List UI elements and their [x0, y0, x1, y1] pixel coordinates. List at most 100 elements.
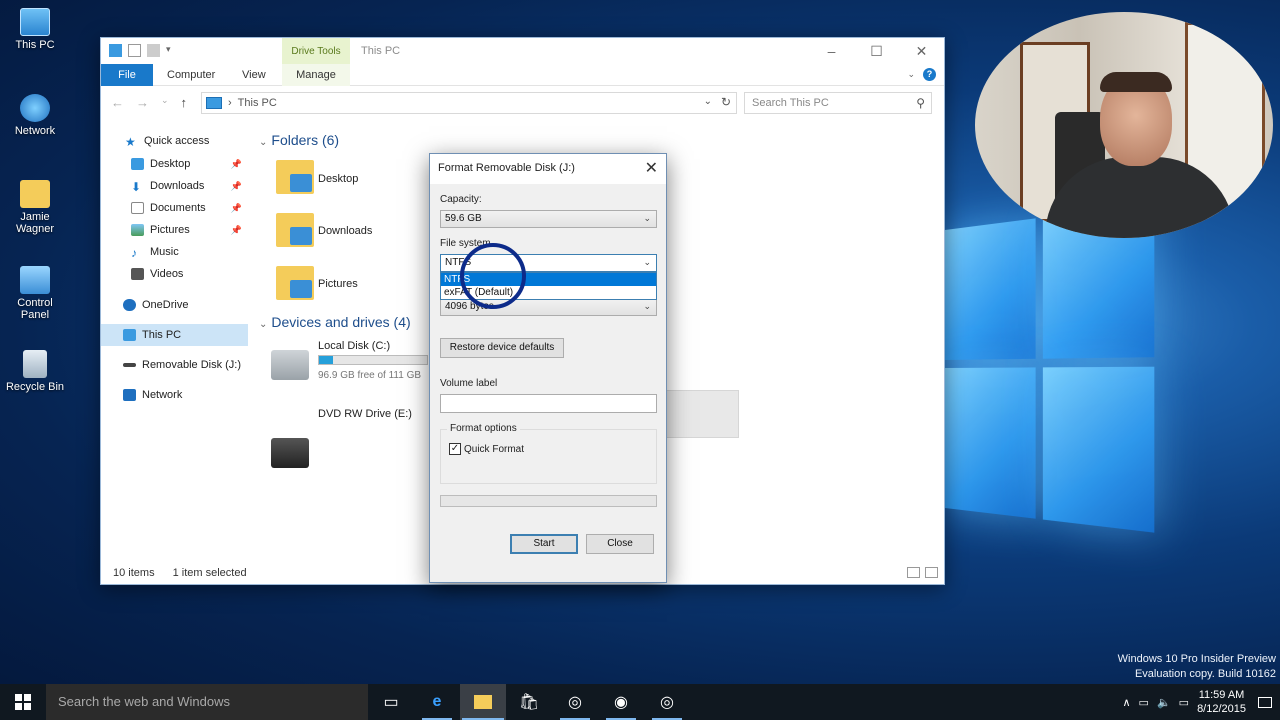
pin-icon[interactable]: 📌: [231, 159, 242, 170]
volume-icon[interactable]: 🔈: [1157, 696, 1171, 709]
expand-ribbon-icon[interactable]: ⌄: [907, 69, 915, 80]
refresh-icon[interactable]: ↻: [721, 95, 731, 109]
devices-group-header[interactable]: ⌄ Devices and drives (4): [259, 314, 411, 330]
usb-drive-icon: [123, 363, 136, 367]
app-circle-icon-2[interactable]: ◎: [644, 684, 690, 720]
forward-arrow-icon[interactable]: →: [136, 95, 149, 110]
folder-downloads-label[interactable]: Downloads: [318, 225, 372, 237]
this-pc-small-icon: [109, 44, 122, 57]
sidebar-item-quick-access[interactable]: ★ Quick access: [101, 130, 248, 152]
folder-pictures-label[interactable]: Pictures: [318, 278, 358, 290]
removable-disk-tile[interactable]: [666, 390, 739, 438]
format-dialog: Format Removable Disk (J:) ✕ Capacity: 5…: [429, 153, 667, 583]
checkbox-check-icon[interactable]: ✓: [449, 443, 461, 455]
desktop-icon-control-panel[interactable]: Control Panel: [4, 266, 66, 321]
up-arrow-icon[interactable]: ↑: [181, 95, 188, 110]
view-toggle: [907, 567, 938, 578]
back-arrow-icon[interactable]: ←: [111, 95, 124, 110]
network-tray-icon[interactable]: ▭: [1139, 696, 1149, 709]
new-folder-icon[interactable]: [147, 44, 160, 57]
pin-icon[interactable]: 📌: [231, 203, 242, 214]
close-dialog-button[interactable]: Close: [586, 534, 654, 554]
desktop-icon-recycle-bin[interactable]: Recycle Bin: [4, 350, 66, 393]
address-dropdown-icon[interactable]: ⌄: [704, 96, 712, 107]
taskbar-search-box[interactable]: Search the web and Windows: [46, 684, 368, 720]
folders-group-header[interactable]: ⌄ Folders (6): [259, 132, 339, 148]
desktop-icon-user-folder[interactable]: Jamie Wagner: [4, 180, 66, 235]
drive-dvd-label[interactable]: DVD RW Drive (E:): [318, 408, 412, 420]
search-input[interactable]: Search This PC ⚲: [744, 92, 932, 114]
customize-toolbar-icon[interactable]: ▾: [166, 44, 179, 57]
desktop-icon-network[interactable]: Network: [4, 94, 66, 137]
sidebar-item-label: Downloads: [150, 180, 205, 192]
volume-label-caption: Volume label: [440, 378, 498, 389]
drive-free-space: 96.9 GB free of 111 GB: [318, 370, 422, 381]
tray-expand-icon[interactable]: ∧: [1122, 696, 1130, 709]
wallpaper-pane: [1042, 366, 1155, 533]
action-center-icon[interactable]: [1254, 691, 1276, 713]
breadcrumb-separator[interactable]: ›: [228, 97, 232, 109]
restore-defaults-button[interactable]: Restore device defaults: [440, 338, 564, 358]
details-view-icon[interactable]: [907, 567, 920, 578]
start-button[interactable]: [0, 684, 46, 720]
address-row: ← → ⌄ ↑ › This PC ⌄ ↻ Search This PC ⚲: [101, 86, 944, 120]
system-tray: ∧ ▭ 🔈 ▭ 11:59 AM 8/12/2015: [1122, 684, 1276, 720]
store-icon[interactable]: 🛍: [506, 684, 552, 720]
maximize-button[interactable]: ☐: [854, 38, 899, 64]
close-button[interactable]: ✕: [899, 38, 944, 64]
search-icon: ⚲: [916, 96, 925, 110]
file-explorer-taskbar-icon[interactable]: [460, 684, 506, 720]
sidebar-item-pictures[interactable]: Pictures 📌: [101, 219, 248, 241]
close-icon[interactable]: ✕: [645, 158, 658, 178]
dialog-title-bar: Format Removable Disk (J:) ✕: [430, 154, 666, 184]
minimize-button[interactable]: –: [809, 38, 854, 64]
user-folder-icon: [20, 180, 50, 208]
tab-manage[interactable]: Manage: [282, 64, 350, 86]
help-icon[interactable]: ?: [923, 68, 936, 81]
tab-view[interactable]: View: [242, 64, 266, 86]
tab-computer[interactable]: Computer: [167, 64, 215, 86]
sidebar-item-videos[interactable]: Videos: [101, 263, 248, 285]
breadcrumb-this-pc[interactable]: This PC: [238, 97, 277, 109]
ime-icon[interactable]: ▭: [1179, 696, 1189, 709]
sidebar-item-documents[interactable]: Documents 📌: [101, 197, 248, 219]
pin-icon[interactable]: 📌: [231, 225, 242, 236]
clock[interactable]: 11:59 AM 8/12/2015: [1197, 688, 1246, 716]
large-icons-view-icon[interactable]: [925, 567, 938, 578]
capacity-select[interactable]: 59.6 GB ⌄: [440, 210, 657, 228]
pin-icon[interactable]: 📌: [231, 181, 242, 192]
collapse-chevron-icon[interactable]: ⌄: [259, 319, 267, 330]
webcam-app-icon[interactable]: ◉: [598, 684, 644, 720]
sidebar-item-onedrive[interactable]: OneDrive: [101, 294, 248, 316]
sidebar-item-desktop[interactable]: Desktop 📌: [101, 153, 248, 175]
sidebar-item-this-pc[interactable]: This PC: [101, 324, 248, 346]
cloud-icon: [123, 299, 136, 311]
tab-file[interactable]: File: [101, 64, 153, 86]
folder-downloads-icon: [276, 213, 314, 247]
drive-local-disk-label[interactable]: Local Disk (C:): [318, 340, 390, 352]
edge-browser-icon[interactable]: e: [414, 684, 460, 720]
recent-locations-icon[interactable]: ⌄: [161, 95, 169, 110]
sidebar-item-removable-disk[interactable]: Removable Disk (J:): [101, 354, 248, 376]
task-view-icon[interactable]: ▭: [368, 684, 414, 720]
collapse-chevron-icon[interactable]: ⌄: [259, 137, 267, 148]
sidebar-item-network[interactable]: Network: [101, 384, 248, 406]
desktop-icon-this-pc[interactable]: This PC: [4, 8, 66, 51]
desktop-icon-label: Control Panel: [17, 297, 53, 321]
volume-label-input[interactable]: [440, 394, 657, 413]
quick-format-label: Quick Format: [464, 443, 525, 455]
sidebar-item-music[interactable]: ♪ Music: [101, 241, 248, 263]
folder-pictures-icon: [276, 266, 314, 300]
start-button[interactable]: Start: [510, 534, 578, 554]
app-circle-icon[interactable]: ◎: [552, 684, 598, 720]
wallpaper-pane: [945, 367, 1036, 519]
folder-desktop-label[interactable]: Desktop: [318, 173, 358, 185]
group-title: Devices and drives (4): [271, 314, 411, 330]
quick-format-checkbox[interactable]: ✓ Quick Format: [449, 443, 524, 455]
sidebar-item-downloads[interactable]: ⬇ Downloads 📌: [101, 175, 248, 197]
title-bar: ▾ Drive Tools This PC – ☐ ✕: [101, 38, 944, 66]
navigation-arrows: ← → ⌄ ↑: [111, 95, 187, 110]
sidebar-item-label: Quick access: [144, 135, 210, 147]
address-bar[interactable]: › This PC ⌄ ↻: [201, 92, 737, 114]
properties-icon[interactable]: [128, 44, 141, 57]
